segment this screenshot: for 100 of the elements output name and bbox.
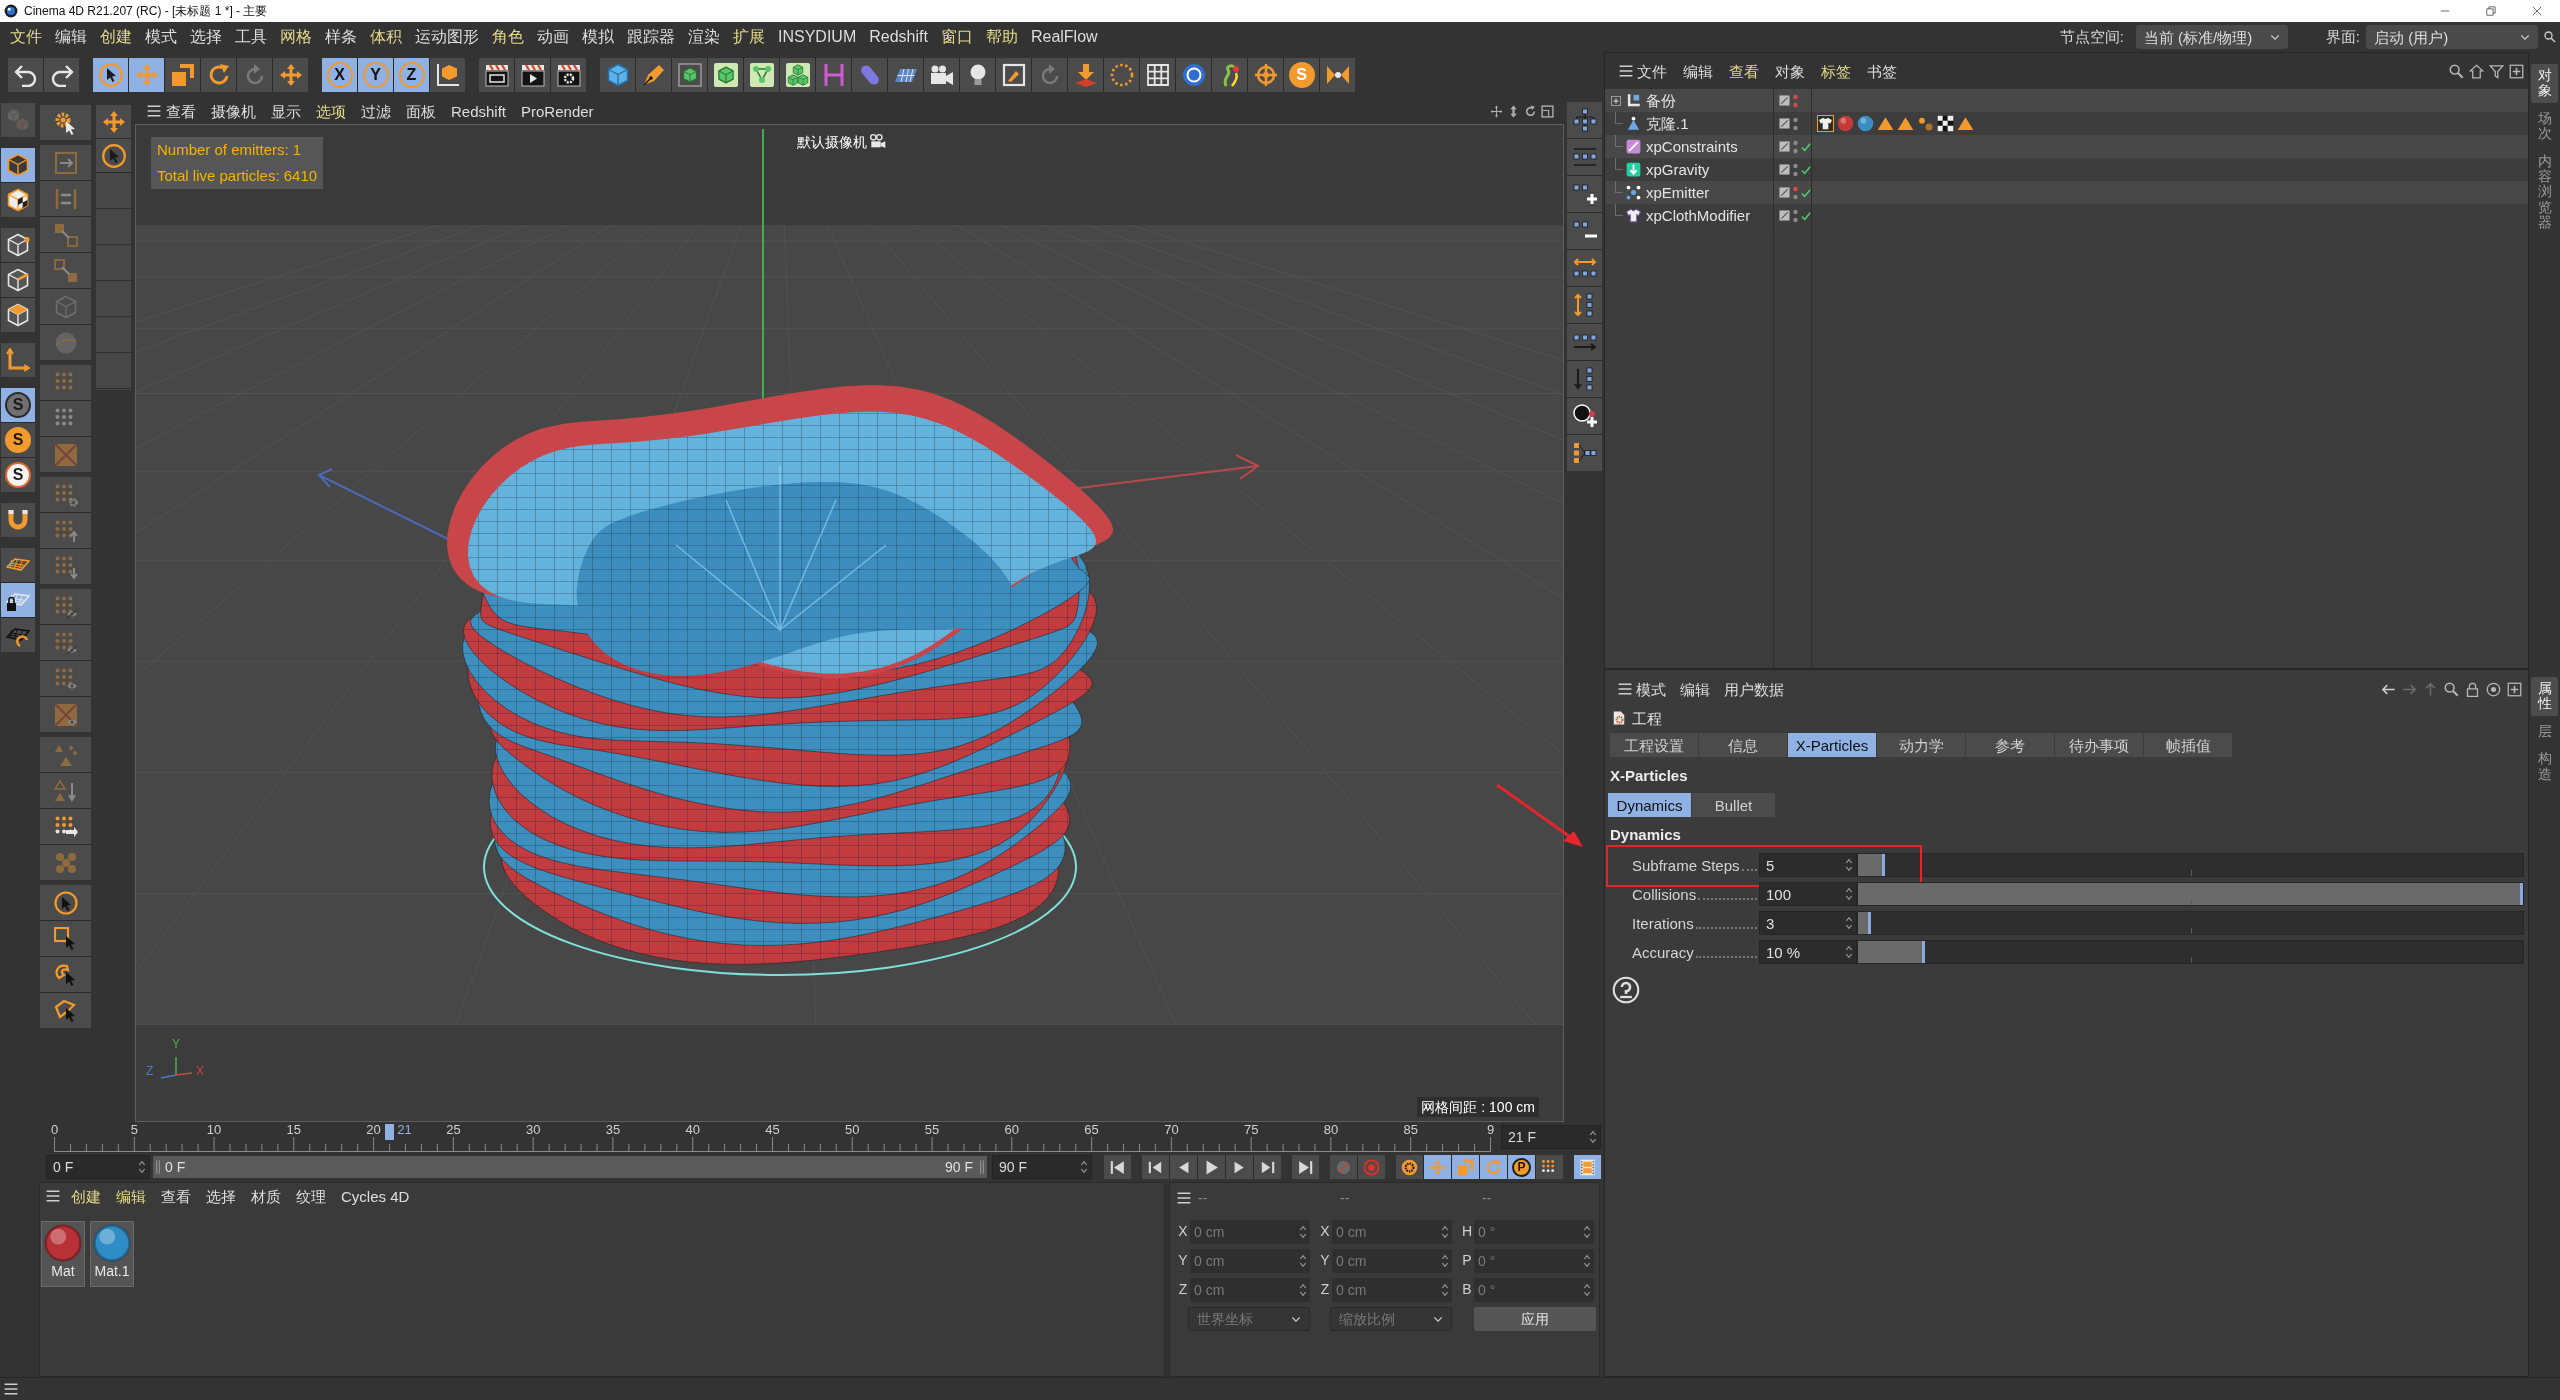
side-tab[interactable]: 内容浏览器 bbox=[2531, 149, 2558, 235]
dropdown[interactable]: 启动 (用户) bbox=[2366, 25, 2538, 49]
boxes-branch-icon[interactable] bbox=[1572, 441, 1597, 465]
tab[interactable]: X-Particles bbox=[1788, 733, 1876, 757]
menu-item[interactable]: ProRender bbox=[521, 103, 594, 119]
number-field[interactable]: 10 % bbox=[1759, 940, 1857, 964]
menu-item[interactable]: Cycles 4D bbox=[341, 1188, 410, 1204]
side-tab[interactable]: 层 bbox=[2531, 719, 2558, 744]
check-icon[interactable] bbox=[1801, 187, 1811, 198]
playhead[interactable] bbox=[385, 1124, 395, 1140]
status-dots-icon[interactable] bbox=[1793, 139, 1798, 154]
triangle-icon[interactable] bbox=[1877, 115, 1894, 132]
menu-item[interactable]: 编辑 bbox=[116, 1188, 146, 1204]
tab[interactable]: 参考 bbox=[1966, 733, 2054, 757]
tool-button[interactable] bbox=[996, 58, 1031, 92]
slash-square-icon[interactable] bbox=[1779, 95, 1790, 106]
menu-item[interactable]: 样条 bbox=[325, 29, 357, 45]
search-icon[interactable] bbox=[2444, 681, 2459, 697]
tool-button[interactable] bbox=[430, 58, 465, 92]
menu-item[interactable]: 模拟 bbox=[582, 29, 614, 45]
tab[interactable]: Bullet bbox=[1692, 793, 1775, 817]
spinner-icon[interactable] bbox=[1080, 1159, 1088, 1175]
menu-item[interactable]: 纹理 bbox=[296, 1188, 326, 1204]
lock-icon[interactable] bbox=[2465, 681, 2480, 697]
frame-field[interactable]: 21 F bbox=[1501, 1125, 1601, 1149]
tool-button[interactable] bbox=[1198, 1155, 1225, 1179]
tool-button[interactable] bbox=[40, 809, 91, 844]
material-item[interactable]: Mat.1 bbox=[90, 1221, 134, 1287]
maximize-icon[interactable] bbox=[1541, 104, 1554, 118]
number-field[interactable]: 3 bbox=[1759, 911, 1857, 935]
menu-item[interactable]: 查看 bbox=[161, 1188, 191, 1204]
tool-button[interactable]: P bbox=[1508, 1155, 1535, 1179]
tool-button[interactable] bbox=[93, 58, 128, 92]
menu-item[interactable]: 网格 bbox=[280, 29, 312, 45]
boxes-row-icon[interactable] bbox=[1572, 145, 1597, 169]
tab[interactable]: 信息 bbox=[1699, 733, 1787, 757]
menu-item[interactable]: Redshift bbox=[869, 29, 928, 45]
menu-item[interactable]: 帮助 bbox=[985, 29, 1018, 45]
material-item[interactable]: Mat bbox=[41, 1221, 85, 1287]
menu-item[interactable]: 用户数据 bbox=[1724, 681, 1784, 697]
help-icon[interactable] bbox=[1612, 976, 1640, 1004]
menu-item[interactable]: 跟踪器 bbox=[627, 29, 675, 45]
tool-button[interactable] bbox=[960, 58, 995, 92]
menu-item[interactable]: 动画 bbox=[537, 29, 569, 45]
menu-item[interactable]: 渲染 bbox=[688, 29, 720, 45]
slider-thumb[interactable] bbox=[1881, 854, 1885, 876]
sphere-icon[interactable] bbox=[1837, 115, 1854, 132]
object-row[interactable]: xpConstraints bbox=[1605, 135, 2528, 158]
menu-item[interactable]: 扩展 bbox=[733, 29, 765, 45]
triangle-icon[interactable] bbox=[1897, 115, 1914, 132]
slash-square-icon[interactable] bbox=[1779, 141, 1790, 152]
menu-item[interactable]: 选择 bbox=[190, 29, 222, 45]
tool-button[interactable] bbox=[8, 58, 43, 92]
menu-item[interactable]: RealFlow bbox=[1030, 29, 1098, 45]
sphere-icon[interactable] bbox=[1857, 115, 1874, 132]
menu-item[interactable]: 摄像机 bbox=[211, 103, 256, 119]
slash-square-icon[interactable] bbox=[1779, 118, 1790, 129]
tool-button[interactable] bbox=[780, 58, 815, 92]
tool-button[interactable] bbox=[1254, 1155, 1281, 1179]
spinner-icon[interactable] bbox=[1845, 915, 1853, 931]
tool-button[interactable] bbox=[479, 58, 514, 92]
menu-item[interactable]: 窗口 bbox=[940, 29, 973, 45]
new-panel-icon[interactable] bbox=[2507, 681, 2522, 697]
check-icon[interactable] bbox=[1801, 141, 1811, 152]
tab[interactable]: 动力学 bbox=[1877, 733, 1965, 757]
slash-square-icon[interactable] bbox=[1779, 187, 1790, 198]
tool-button[interactable]: X bbox=[322, 58, 357, 92]
menu-icon[interactable] bbox=[1177, 1191, 1191, 1205]
status-dots-icon[interactable] bbox=[1793, 185, 1798, 200]
status-dots-icon[interactable] bbox=[1793, 116, 1798, 131]
slash-square-icon[interactable] bbox=[1779, 164, 1790, 175]
dots-icon[interactable] bbox=[1917, 115, 1934, 132]
menu-item[interactable]: 创建 bbox=[71, 1188, 101, 1204]
spinner-icon[interactable] bbox=[1845, 857, 1853, 873]
spinner-icon[interactable] bbox=[1845, 944, 1853, 960]
spinner-icon[interactable] bbox=[138, 1159, 146, 1175]
tab[interactable]: Dynamics bbox=[1608, 793, 1691, 817]
menu-icon[interactable] bbox=[1619, 64, 1633, 78]
filter-icon[interactable] bbox=[2489, 63, 2504, 79]
tool-button[interactable] bbox=[44, 58, 79, 92]
status-dots-icon[interactable] bbox=[1793, 208, 1798, 223]
menu-item[interactable]: 材质 bbox=[251, 1188, 281, 1204]
menu-item[interactable]: 编辑 bbox=[55, 29, 87, 45]
tool-button[interactable] bbox=[515, 58, 550, 92]
tool-button[interactable] bbox=[1226, 1155, 1253, 1179]
tool-button[interactable] bbox=[744, 58, 779, 92]
menu-icon[interactable] bbox=[46, 1189, 60, 1203]
triangle-icon[interactable] bbox=[1957, 115, 1974, 132]
tool-button[interactable]: Y bbox=[358, 58, 393, 92]
tool-button[interactable] bbox=[40, 105, 91, 140]
search-icon[interactable] bbox=[2449, 63, 2464, 79]
circle-plus-icon[interactable] bbox=[1572, 404, 1597, 428]
tool-button[interactable] bbox=[924, 58, 959, 92]
shirt-icon[interactable] bbox=[1817, 115, 1834, 132]
menu-item[interactable]: 显示 bbox=[271, 103, 301, 119]
spinner-icon[interactable] bbox=[1589, 1129, 1597, 1145]
tab[interactable]: 帧插值 bbox=[2144, 733, 2232, 757]
home-icon[interactable] bbox=[2469, 63, 2484, 79]
search-icon[interactable] bbox=[2544, 31, 2556, 43]
tool-button[interactable] bbox=[1396, 1155, 1423, 1179]
